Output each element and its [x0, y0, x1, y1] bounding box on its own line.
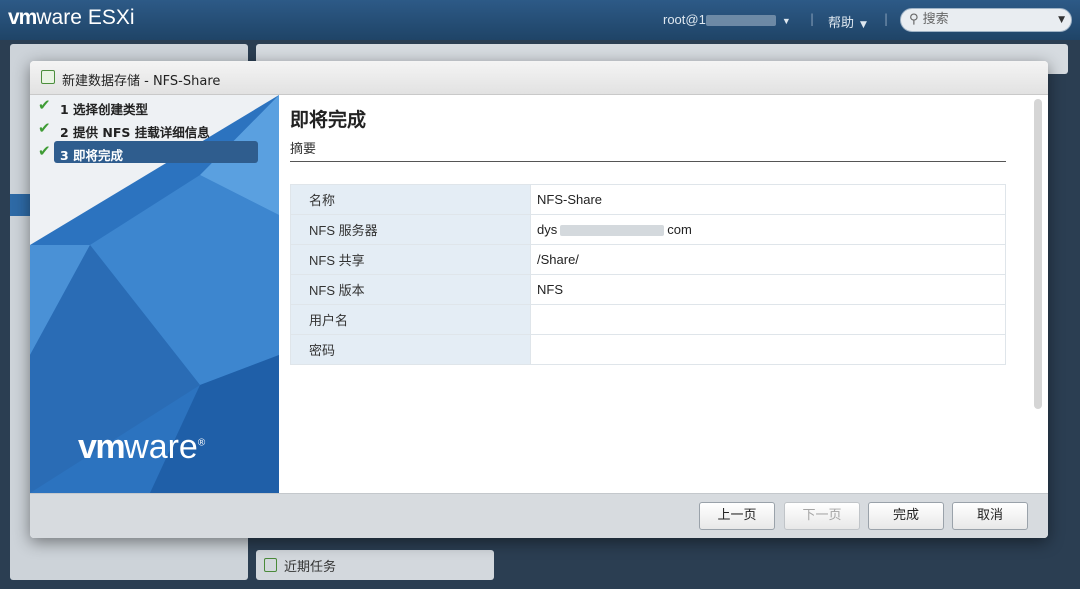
vmware-logo: vmware® [78, 428, 206, 466]
scrollbar[interactable] [1034, 99, 1042, 409]
chevron-down-icon[interactable]: ▼ [1058, 9, 1065, 31]
summary-key: NFS 共享 [290, 244, 531, 275]
page-title: 即将完成 [290, 109, 367, 131]
step-label: 2 提供 NFS 挂载详细信息 [60, 125, 210, 140]
back-button[interactable]: 上一页 [699, 502, 775, 530]
finish-button[interactable]: 完成 [868, 502, 944, 530]
divider: | [810, 12, 815, 26]
summary-key: 密码 [290, 334, 531, 365]
new-datastore-dialog: 新建数据存储 - NFS-Share ✔ 1 选择创建类型 ✔ 2 提供 NFS… [30, 61, 1048, 538]
redacted-server [560, 225, 665, 237]
summary-value: NFS-Share [530, 184, 1006, 215]
tasks-icon [264, 558, 277, 572]
wizard-steps-panel: ✔ 1 选择创建类型 ✔ 2 提供 NFS 挂载详细信息 ✔ 3 即将完成 vm… [30, 95, 279, 493]
summary-key: NFS 服务器 [290, 214, 531, 245]
step-label: 3 即将完成 [54, 141, 258, 163]
summary-value: dys com [530, 214, 1006, 245]
top-header: vmware ESXi root@1 ▼ | 帮助 ▼ | ⚲ 搜索 ▼ [0, 0, 1080, 40]
search-placeholder: 搜索 [922, 12, 949, 27]
table-row: 密码 [290, 334, 1006, 365]
summary-value [530, 304, 1006, 335]
search-icon: ⚲ [909, 12, 919, 27]
summary-content: 即将完成 摘要 名称 NFS-Share NFS 服务器 dys com NFS … [279, 95, 1048, 493]
summary-value: NFS [530, 274, 1006, 305]
nav-selection [10, 194, 30, 216]
check-icon: ✔ [38, 96, 51, 114]
recent-tasks-label: 近期任务 [284, 560, 337, 575]
summary-value: /Share/ [530, 244, 1006, 275]
check-icon: ✔ [38, 142, 51, 160]
divider: | [884, 12, 889, 26]
chevron-down-icon: ▼ [781, 16, 791, 26]
divider [290, 161, 1006, 162]
check-icon: ✔ [38, 119, 51, 137]
search-input[interactable]: ⚲ 搜索 ▼ [900, 8, 1072, 32]
redacted-host [705, 15, 776, 27]
summary-key: 用户名 [290, 304, 531, 335]
recent-tasks-panel[interactable]: 近期任务 [256, 550, 494, 580]
table-row: 用户名 [290, 304, 1006, 335]
vmware-esxi-logo: vmware ESXi [8, 6, 135, 29]
summary-value [530, 334, 1006, 365]
help-label: 帮助 [828, 16, 855, 31]
table-row: NFS 共享 /Share/ [290, 244, 1006, 275]
wizard-steps: ✔ 1 选择创建类型 ✔ 2 提供 NFS 挂载详细信息 ✔ 3 即将完成 [30, 95, 279, 164]
dialog-title: 新建数据存储 - NFS-Share [62, 74, 221, 89]
wizard-step-2[interactable]: ✔ 2 提供 NFS 挂载详细信息 [30, 118, 279, 140]
table-row: 名称 NFS-Share [290, 184, 1006, 215]
wizard-step-1[interactable]: ✔ 1 选择创建类型 [30, 95, 279, 117]
cancel-button[interactable]: 取消 [952, 502, 1028, 530]
dialog-footer: 上一页 下一页 完成 取消 [30, 493, 1048, 538]
summary-key: 名称 [290, 184, 531, 215]
dialog-title-bar: 新建数据存储 - NFS-Share [30, 61, 1048, 95]
chevron-down-icon: ▼ [860, 20, 867, 30]
summary-table: 名称 NFS-Share NFS 服务器 dys com NFS 共享 /Shar… [290, 184, 1006, 365]
datastore-icon [41, 70, 55, 84]
summary-key: NFS 版本 [290, 274, 531, 305]
help-menu[interactable]: 帮助 ▼ [828, 12, 867, 31]
wizard-step-3[interactable]: ✔ 3 即将完成 [30, 141, 279, 163]
section-subtitle: 摘要 [290, 142, 317, 157]
next-button[interactable]: 下一页 [784, 502, 860, 530]
step-label: 1 选择创建类型 [60, 102, 149, 117]
table-row: NFS 版本 NFS [290, 274, 1006, 305]
user-menu[interactable]: root@1 ▼ [663, 12, 791, 27]
table-row: NFS 服务器 dys com [290, 214, 1006, 245]
user-name: root@1 [663, 12, 706, 27]
